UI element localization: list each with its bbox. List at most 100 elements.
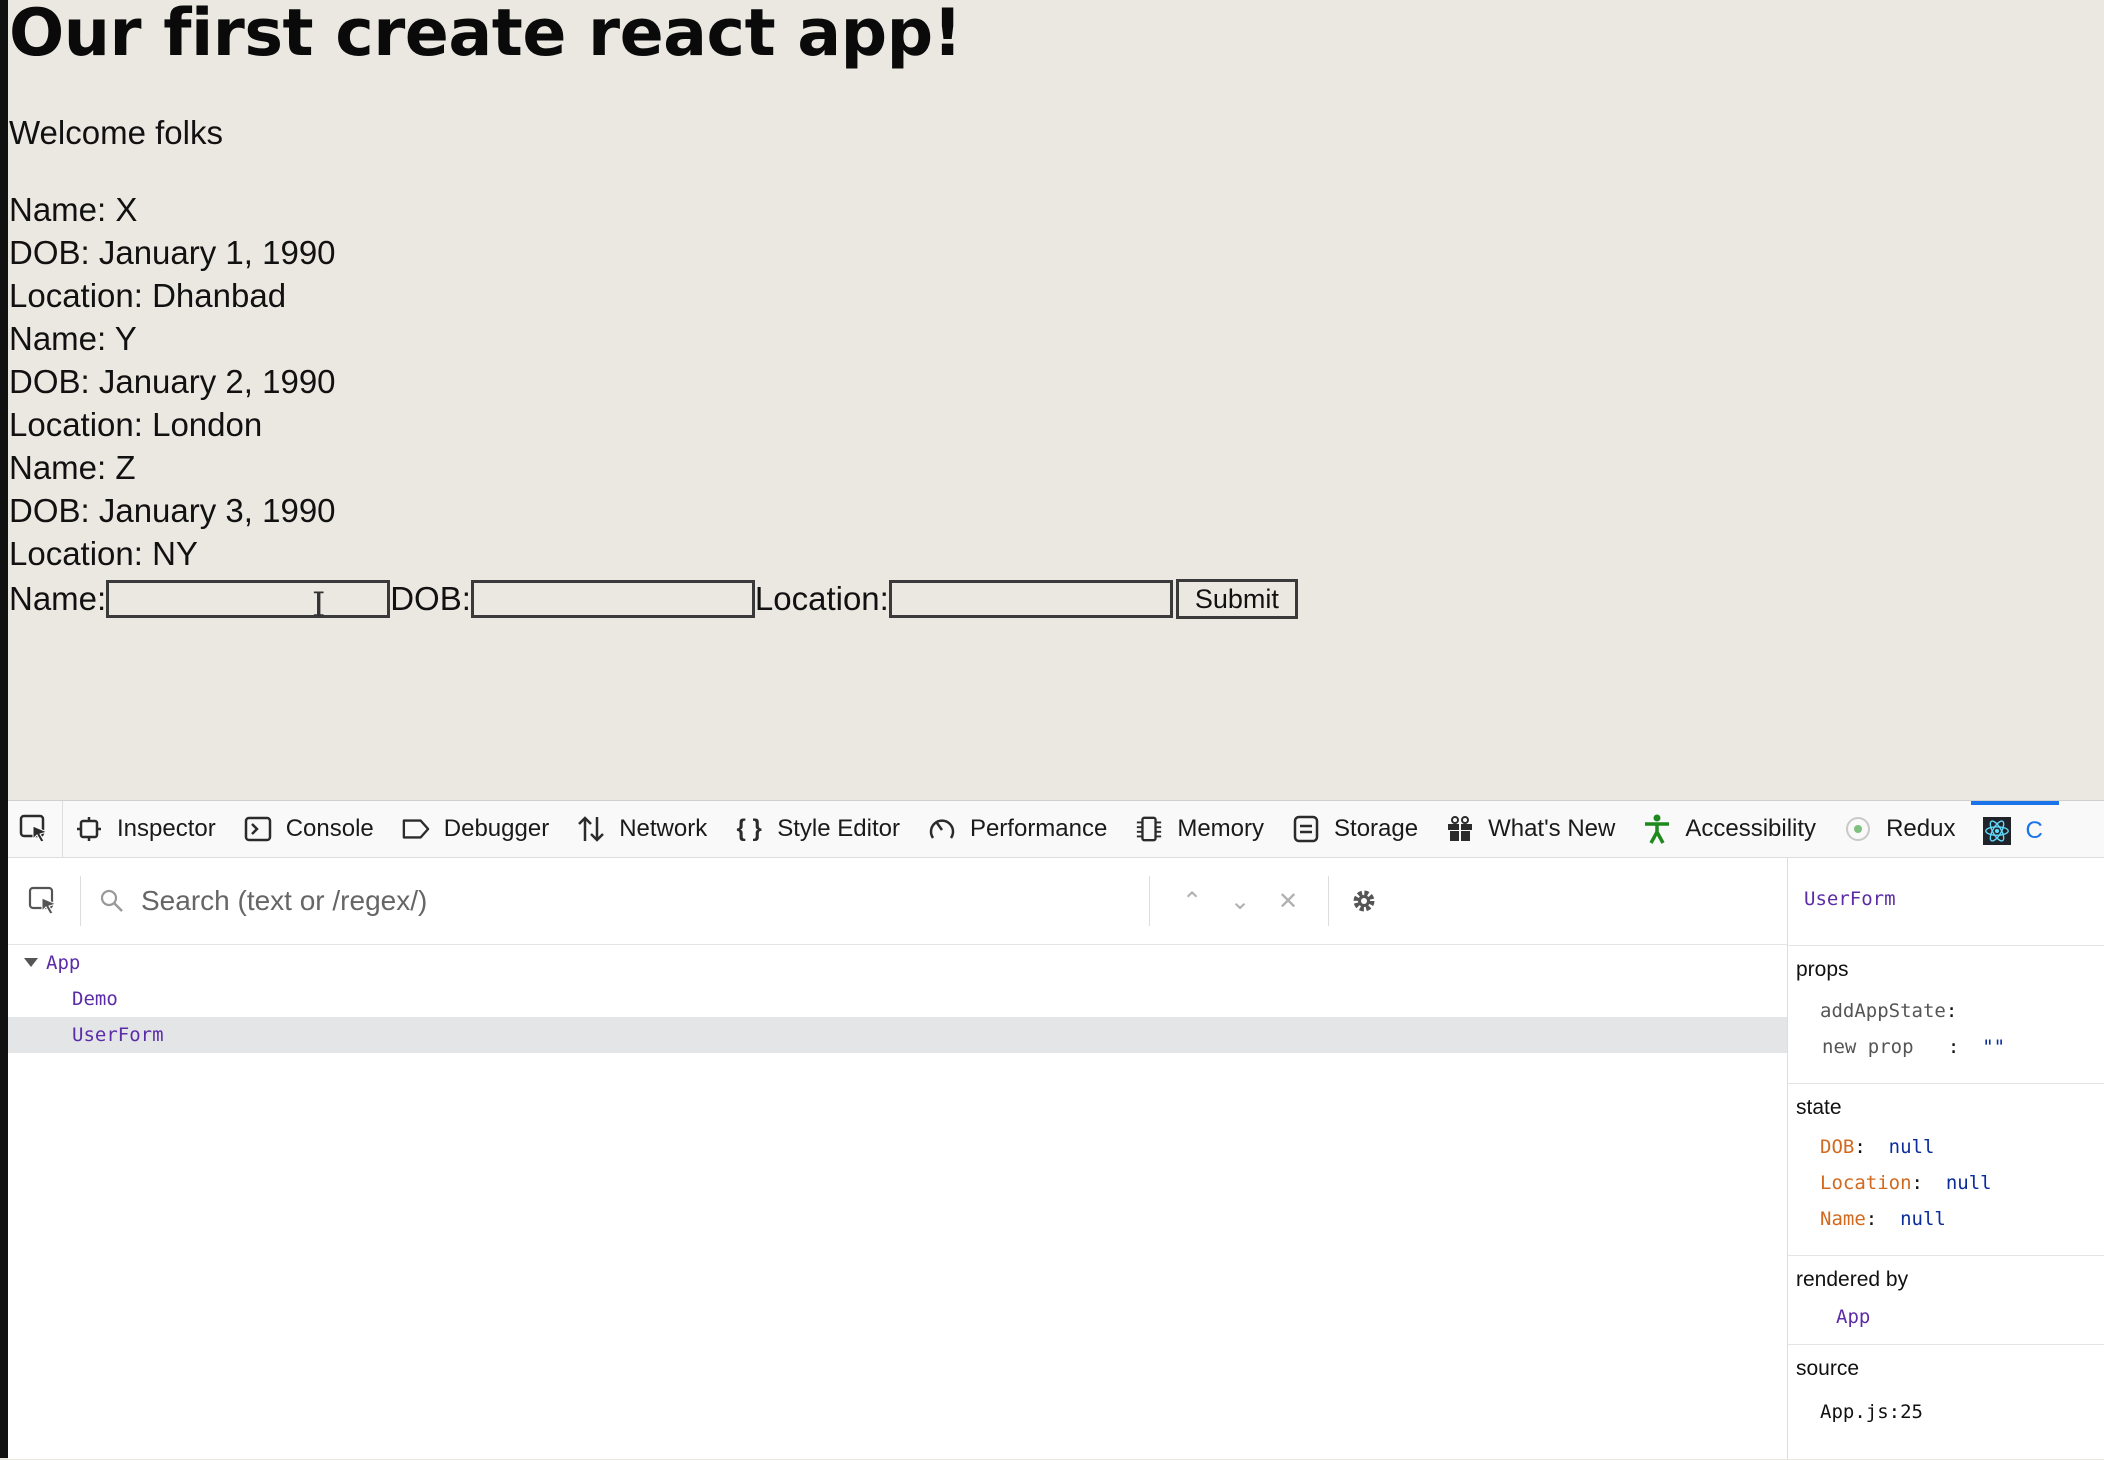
source-section: source App.js:25 (1788, 1344, 2104, 1460)
new-prop-value: "" (1982, 1036, 2006, 1058)
state-row[interactable]: Location: null (1820, 1172, 1992, 1194)
tab-debugger[interactable]: Debugger (390, 801, 565, 857)
user-form: Name: DOB: Location: Submit (9, 577, 1298, 621)
user-dob: DOB: January 1, 1990 (9, 234, 336, 271)
tab-inspector[interactable]: Inspector (63, 801, 232, 857)
dob-input[interactable] (470, 580, 755, 618)
performance-icon (928, 815, 956, 843)
tree-node-demo[interactable]: Demo (8, 981, 1787, 1017)
select-element-button[interactable] (8, 876, 81, 926)
memory-icon (1135, 815, 1163, 843)
name-input[interactable] (106, 580, 391, 618)
selected-component-name: UserForm (1804, 888, 1896, 910)
state-separator: : (1911, 1172, 1923, 1194)
redux-icon (1844, 815, 1872, 843)
user-name: Name: X (9, 191, 138, 228)
network-icon (577, 815, 605, 843)
user-location: Location: London (9, 406, 263, 443)
user-location: Location: NY (9, 535, 198, 572)
tab-label: Memory (1177, 815, 1265, 842)
element-picker-button[interactable] (8, 801, 63, 857)
components-toolbar: ⌃ ⌄ ✕ (8, 858, 1787, 945)
state-value: null (1888, 1136, 1935, 1158)
tab-performance[interactable]: Performance (916, 801, 1123, 857)
search-navigation: ⌃ ⌄ ✕ (1149, 876, 1312, 926)
user-dob: DOB: January 3, 1990 (9, 492, 336, 529)
rendered-by-link[interactable]: App (1836, 1306, 1870, 1328)
tree-node-label: Demo (72, 988, 118, 1010)
prop-key: addAppState (1820, 1000, 1946, 1022)
rendered-by-heading: rendered by (1796, 1268, 1909, 1291)
chevron-up-icon[interactable]: ⌃ (1168, 887, 1216, 916)
source-heading: source (1796, 1357, 1860, 1380)
inspector-icon (75, 815, 103, 843)
window-edge (0, 0, 8, 1458)
tab-memory[interactable]: Memory (1123, 801, 1280, 857)
dob-label: DOB: (390, 580, 471, 617)
element-picker-icon (28, 886, 58, 915)
prop-separator: : (1945, 1000, 1958, 1022)
name-label: Name: (9, 580, 107, 617)
gear-icon (1353, 890, 1375, 912)
state-value: null (1900, 1208, 1946, 1230)
console-icon (244, 815, 272, 843)
source-link[interactable]: App.js:25 (1820, 1401, 1923, 1423)
props-section: props addAppState: new prop : "" (1788, 945, 2104, 1064)
submit-button[interactable]: Submit (1175, 579, 1298, 619)
tab-network[interactable]: Network (565, 801, 723, 857)
tab-whats-new[interactable]: What's New (1434, 801, 1631, 857)
tab-label: Network (619, 815, 708, 842)
tab-label: Console (285, 815, 374, 842)
user-name: Name: Z (9, 449, 136, 486)
state-key: Name (1820, 1208, 1866, 1230)
new-prop-row[interactable]: new prop : "" (1822, 1036, 2005, 1058)
prop-row[interactable]: addAppState: (1820, 1000, 1957, 1022)
new-prop-key: new prop (1822, 1036, 1914, 1058)
accessibility-icon (1643, 814, 1671, 844)
chevron-down-icon[interactable]: ⌄ (1216, 887, 1264, 916)
tab-label: C (2025, 817, 2043, 844)
style-editor-icon: { } (736, 815, 762, 842)
element-picker-icon (19, 814, 49, 843)
tab-style-editor[interactable]: { } Style Editor (723, 801, 916, 857)
state-key: DOB (1820, 1136, 1855, 1158)
tab-storage[interactable]: Storage (1280, 801, 1434, 857)
text-cursor-icon: I (312, 585, 326, 625)
location-label: Location: (754, 580, 889, 617)
user-list: Name: X DOB: January 1, 1990 Location: D… (9, 188, 336, 575)
state-row[interactable]: Name: null (1820, 1208, 1946, 1230)
state-heading: state (1796, 1096, 1842, 1119)
devtools-panel: Inspector Console Debugger Network { } S… (8, 800, 2104, 1459)
search-input[interactable] (139, 884, 1123, 918)
tab-components[interactable]: C (1971, 801, 2059, 857)
tab-accessibility[interactable]: Accessibility (1631, 801, 1832, 857)
state-separator: : (1865, 1208, 1878, 1230)
prop-separator: : (1947, 1036, 1960, 1058)
welcome-text: Welcome folks (9, 114, 223, 151)
state-key: Location (1820, 1172, 1912, 1194)
search-field (81, 876, 1149, 926)
tab-console[interactable]: Console (232, 801, 390, 857)
tab-label: Storage (1334, 815, 1419, 842)
page-viewport: Our first create react app! Welcome folk… (8, 0, 2104, 800)
close-icon[interactable]: ✕ (1264, 887, 1312, 916)
tab-label: Performance (969, 815, 1108, 842)
user-dob: DOB: January 2, 1990 (9, 363, 336, 400)
tab-label: Debugger (443, 815, 550, 842)
user-location: Location: Dhanbad (9, 277, 287, 314)
tree-node-userform[interactable]: UserForm (8, 1017, 1787, 1053)
tree-node-label: App (46, 952, 81, 974)
react-icon (1983, 817, 2012, 845)
tab-label: Style Editor (777, 815, 900, 842)
storage-icon (1292, 815, 1320, 843)
tab-label: Redux (1886, 815, 1956, 842)
expand-arrow-icon[interactable] (24, 958, 38, 967)
tab-label: Accessibility (1685, 815, 1817, 842)
tab-label: What's New (1488, 815, 1616, 842)
tree-node-app[interactable]: App (8, 945, 1787, 981)
state-row[interactable]: DOB: null (1820, 1136, 1934, 1158)
tab-redux[interactable]: Redux (1832, 801, 1971, 857)
state-value: null (1945, 1172, 1992, 1194)
settings-button[interactable] (1328, 876, 1399, 926)
location-input[interactable] (888, 580, 1173, 618)
